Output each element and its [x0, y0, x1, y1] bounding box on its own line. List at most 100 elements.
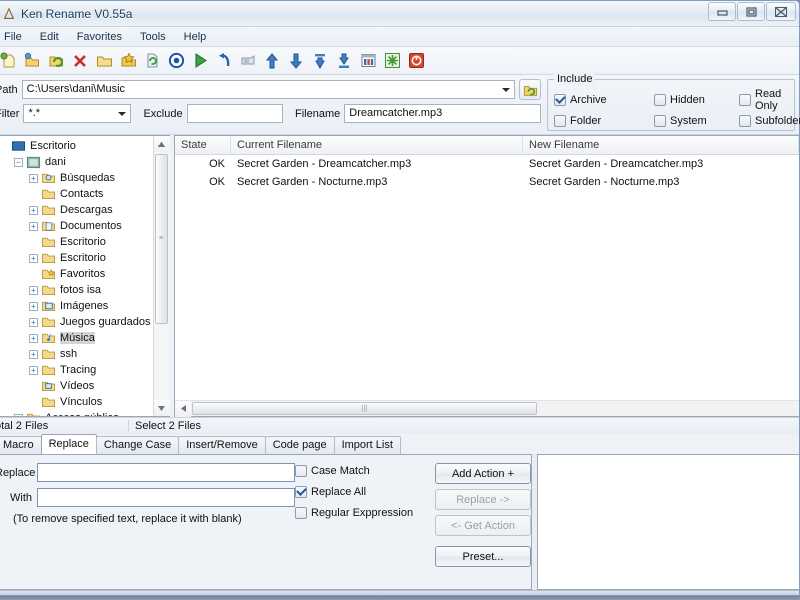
tree-node[interactable]: + Acceso público	[0, 410, 153, 416]
checkbox-system[interactable]	[654, 115, 666, 127]
tree-node[interactable]: Favoritos	[0, 266, 153, 282]
tree-collapse-icon[interactable]: −	[14, 157, 23, 167]
checkbox-regular-expression[interactable]	[295, 507, 307, 519]
tree-node[interactable]: + Descargas	[0, 202, 153, 218]
tree-expand-icon[interactable]: +	[29, 333, 38, 343]
tree-node[interactable]: + fotos isa	[0, 282, 153, 298]
filename-input[interactable]: Dreamcatcher.mp3	[344, 104, 541, 123]
checkbox-subfolder[interactable]	[739, 115, 751, 127]
include-folder[interactable]: Folder	[554, 115, 654, 127]
option-regular-expression[interactable]: Regular Exppression	[295, 507, 435, 519]
list-scroll-thumb[interactable]: |||	[192, 402, 537, 415]
include-readonly[interactable]: Read Only	[739, 88, 800, 112]
tree-scroll-thumb[interactable]: ≡	[154, 154, 168, 324]
tree-expand-icon[interactable]: +	[29, 317, 38, 327]
tab-replace[interactable]: Replace	[40, 434, 97, 454]
include-archive[interactable]: Archive	[554, 88, 654, 112]
open-folder-button[interactable]	[21, 50, 43, 72]
sparkle-button[interactable]	[381, 50, 403, 72]
maximize-button[interactable]	[737, 2, 765, 21]
file-list-body[interactable]: OK Secret Garden - Dreamcatcher.mp3 Secret…	[175, 155, 799, 400]
tree-node[interactable]: + Documentos	[0, 218, 153, 234]
tab-code-page[interactable]: Code page	[264, 436, 335, 454]
tree-expand-icon[interactable]: +	[29, 173, 38, 183]
tree-node[interactable]: + Escritorio	[0, 250, 153, 266]
replace-action-button[interactable]: Replace ->	[435, 489, 531, 510]
browse-folder-button[interactable]	[519, 79, 541, 100]
with-input[interactable]	[37, 488, 295, 507]
tree-node[interactable]: Escritorio	[0, 234, 153, 250]
target-circle-button[interactable]	[165, 50, 187, 72]
favorite-star-button[interactable]	[117, 50, 139, 72]
checkbox-hidden[interactable]	[654, 94, 666, 106]
tree-node[interactable]: + ssh	[0, 346, 153, 362]
refresh-folder-button[interactable]	[45, 50, 67, 72]
list-scroll-left-button[interactable]	[175, 400, 191, 417]
tree-node[interactable]: Contacts	[0, 186, 153, 202]
tree-expand-icon[interactable]: +	[29, 301, 38, 311]
refresh-document-button[interactable]	[141, 50, 163, 72]
menu-tools[interactable]: Tools	[131, 29, 175, 45]
checkbox-folder[interactable]	[554, 115, 566, 127]
tree-node[interactable]: + Búsquedas	[0, 170, 153, 186]
preset-button[interactable]: Preset...	[435, 546, 531, 567]
menu-help[interactable]: Help	[175, 29, 216, 45]
file-list-horizontal-scrollbar[interactable]: |||	[175, 400, 799, 417]
move-top-button[interactable]	[309, 50, 331, 72]
include-hidden[interactable]: Hidden	[654, 88, 739, 112]
checkbox-readonly[interactable]	[739, 94, 751, 106]
undo-button[interactable]	[213, 50, 235, 72]
tree-node[interactable]: Vínculos	[0, 394, 153, 410]
tree-scroll-down-button[interactable]	[153, 400, 170, 416]
column-header-state[interactable]: State	[175, 136, 231, 154]
tree-scroll-up-button[interactable]	[153, 136, 170, 152]
minimize-button[interactable]	[708, 2, 736, 21]
checkbox-replace-all[interactable]	[295, 486, 307, 498]
menu-file[interactable]: File	[0, 29, 31, 45]
tree-expand-icon[interactable]: +	[29, 205, 38, 215]
include-system[interactable]: System	[654, 115, 739, 127]
add-action-button[interactable]: Add Action +	[435, 463, 531, 484]
menu-edit[interactable]: Edit	[31, 29, 68, 45]
close-button[interactable]	[766, 2, 796, 21]
option-case-match[interactable]: Case Match	[295, 465, 435, 477]
tree-expand-icon[interactable]: +	[29, 221, 38, 231]
option-replace-all[interactable]: Replace All	[295, 486, 435, 498]
exclude-input[interactable]	[186, 104, 284, 123]
column-header-current-filename[interactable]: Current Filename	[231, 136, 523, 154]
tab-insert-remove[interactable]: Insert/Remove	[178, 436, 266, 454]
path-combo[interactable]: C:\Users\dani\Music	[21, 80, 515, 99]
tab-macro[interactable]: Macro	[0, 436, 42, 454]
tree-node[interactable]: + Juegos guardados	[0, 314, 153, 330]
path-input[interactable]: C:\Users\dani\Music	[21, 80, 515, 99]
move-up-button[interactable]	[261, 50, 283, 72]
tree-node[interactable]: − dani	[0, 154, 153, 170]
get-action-button[interactable]: <- Get Action	[435, 515, 531, 536]
table-row[interactable]: OK Secret Garden - Dreamcatcher.mp3 Secret…	[175, 155, 799, 173]
checkbox-case-match[interactable]	[295, 465, 307, 477]
folder-tree[interactable]: Escritorio − dani + Búsquedas Contacts + Descar…	[0, 136, 153, 416]
tree-node[interactable]: + Imágenes	[0, 298, 153, 314]
replace-input[interactable]	[37, 463, 295, 482]
tree-scroll-track[interactable]: ≡	[153, 152, 170, 400]
tree-vertical-scrollbar[interactable]: ≡	[153, 136, 170, 416]
tree-node[interactable]: + Música	[0, 330, 153, 346]
card-button[interactable]	[237, 50, 259, 72]
new-file-button[interactable]	[0, 50, 19, 72]
exit-button[interactable]	[405, 50, 427, 72]
filter-dropdown-button[interactable]	[114, 105, 130, 122]
columns-button[interactable]	[357, 50, 379, 72]
tab-import-list[interactable]: Import List	[333, 436, 401, 454]
tree-node[interactable]: Vídeos	[0, 378, 153, 394]
tree-expand-icon[interactable]: +	[29, 349, 38, 359]
column-header-new-filename[interactable]: New Filename	[523, 136, 799, 154]
checkbox-archive[interactable]	[554, 94, 566, 106]
menu-favorites[interactable]: Favorites	[68, 29, 131, 45]
include-subfolder[interactable]: Subfolder	[739, 115, 800, 127]
run-play-button[interactable]	[189, 50, 211, 72]
tree-expand-icon[interactable]: +	[14, 413, 23, 416]
tree-expand-icon[interactable]: +	[29, 365, 38, 375]
move-bottom-button[interactable]	[333, 50, 355, 72]
delete-button[interactable]	[69, 50, 91, 72]
tree-expand-icon[interactable]: +	[29, 253, 38, 263]
